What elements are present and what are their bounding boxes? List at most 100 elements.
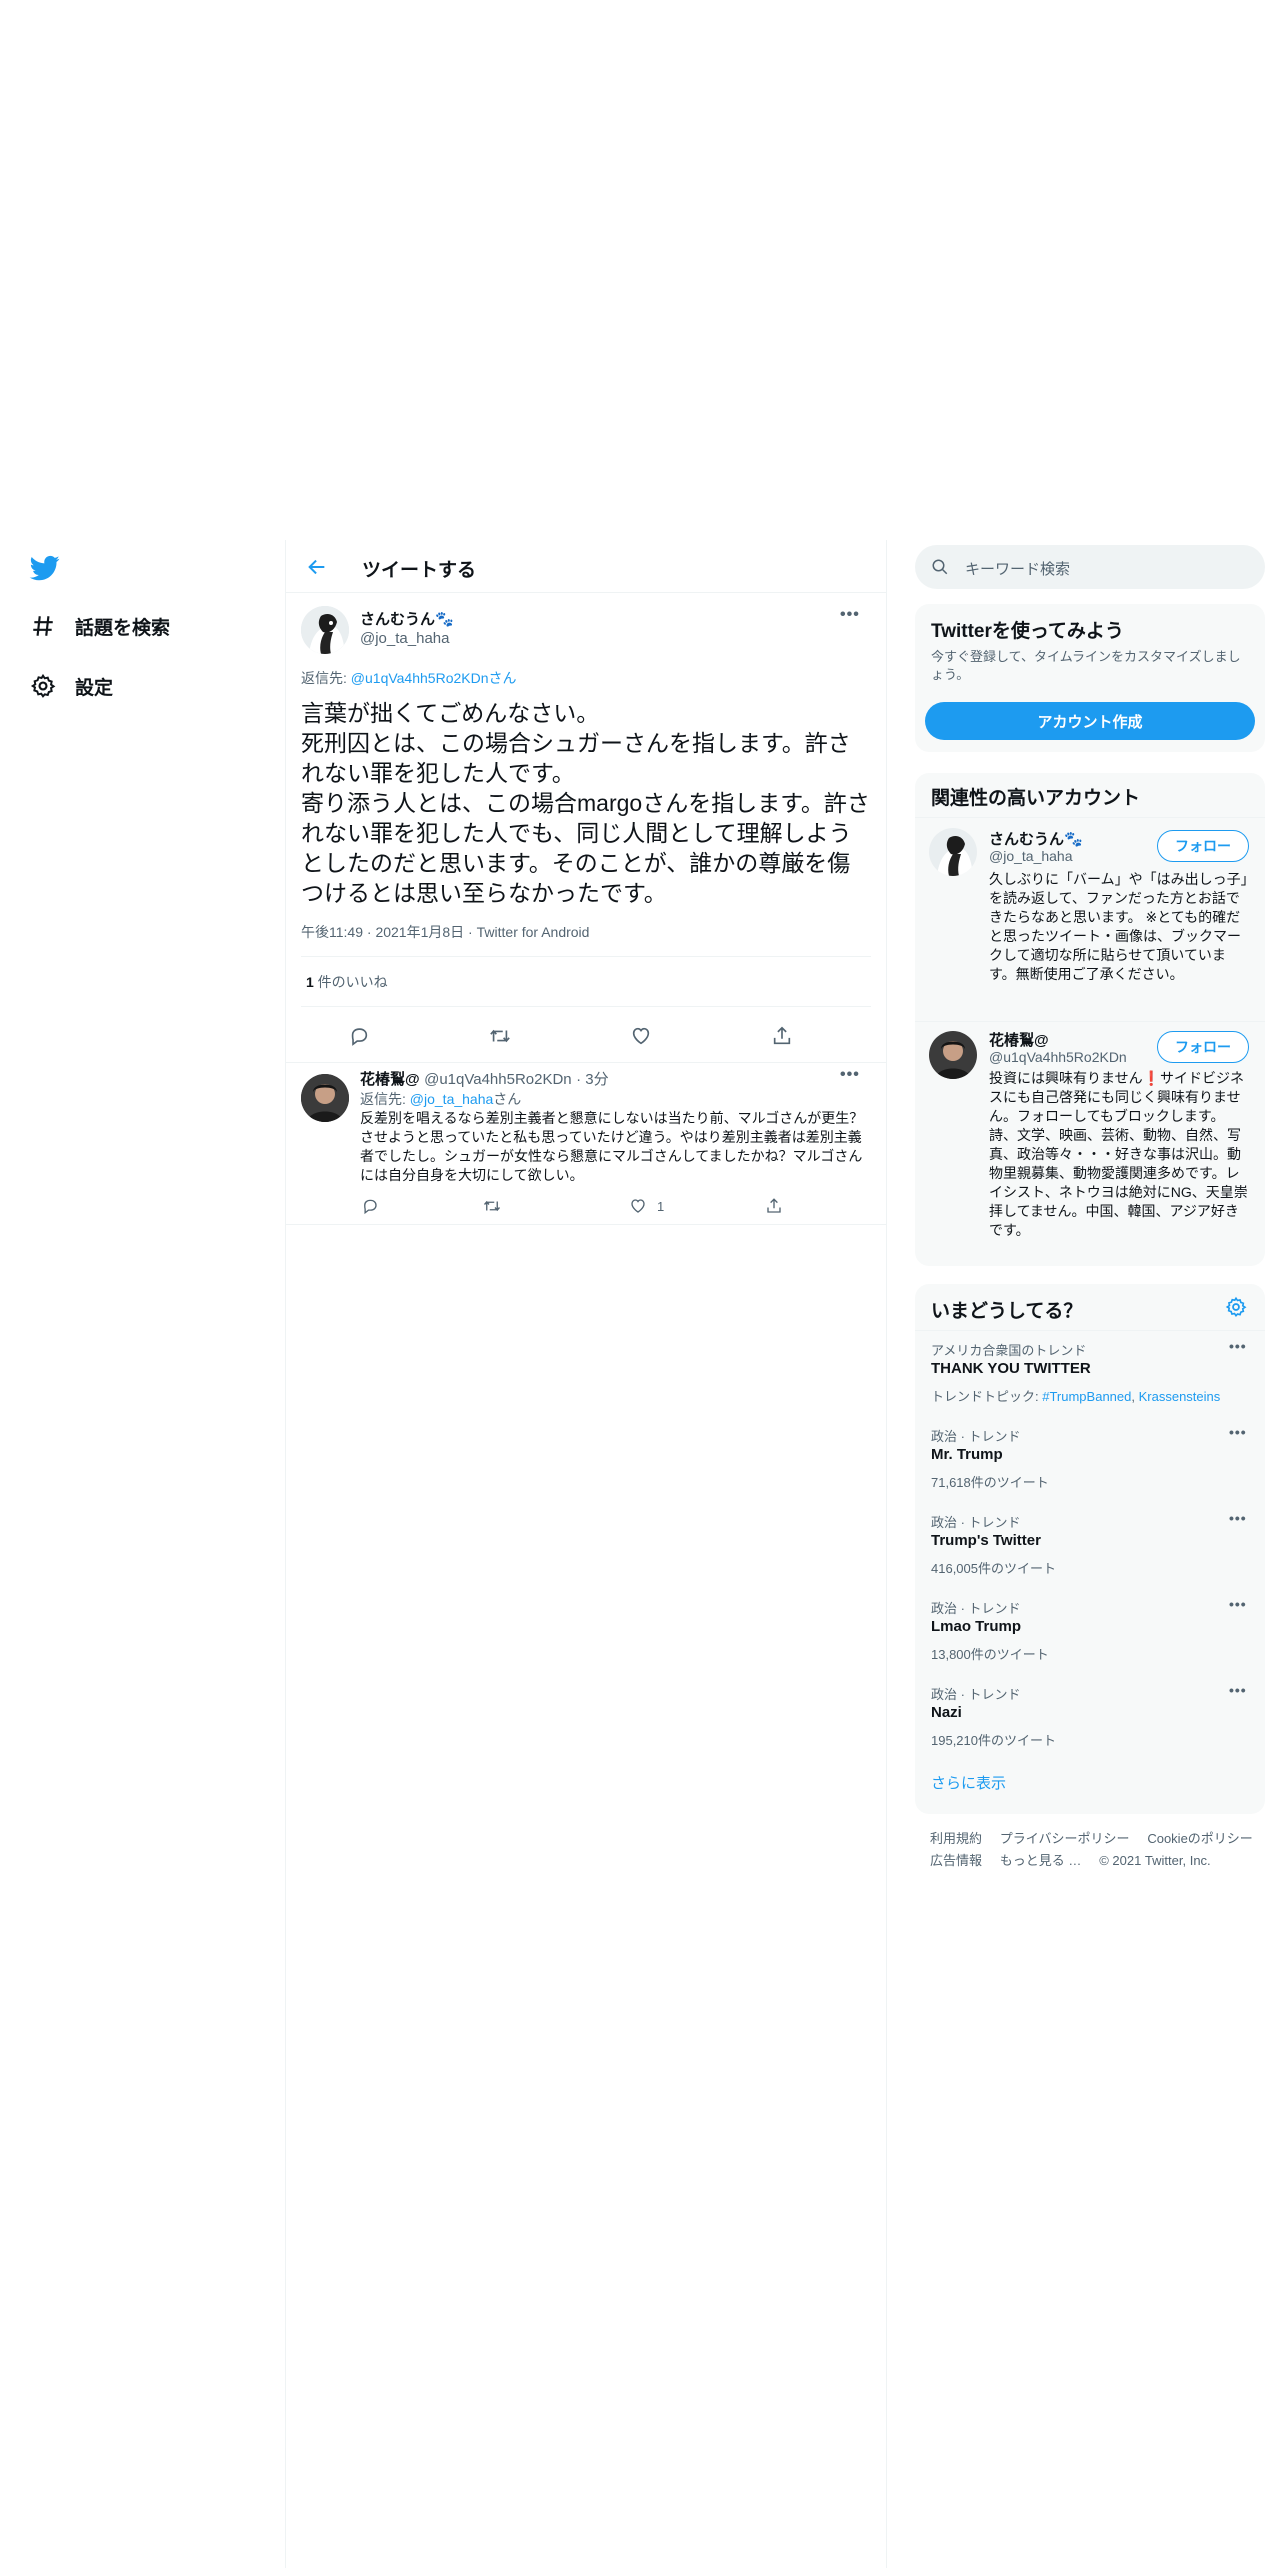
likes-count: 1 [306, 974, 314, 990]
trend-more-icon[interactable]: ••• [1229, 1682, 1247, 1698]
avatar[interactable] [929, 1031, 977, 1079]
tweet-date[interactable]: 2021年1月8日 [375, 924, 464, 940]
reply-author-name[interactable]: 花椿鴷@ [360, 1071, 420, 1088]
related-title: 関連性の高いアカウント [931, 788, 1141, 809]
back-arrow-icon[interactable] [302, 552, 332, 582]
signup-desc: 今すぐ登録して、タイムラインをカスタマイズしましょう。 [931, 649, 1241, 682]
footer-link-more[interactable]: もっと見る … [1000, 1853, 1082, 1868]
tweet-meta: 午後11:49 · 2021年1月8日 · Twitter for Androi… [301, 924, 590, 940]
search-input[interactable]: キーワード検索 [965, 558, 1070, 579]
sidebar-item-label: 話題を検索 [75, 617, 171, 639]
trend-name: Lmao Trump [931, 1618, 1022, 1635]
account-name[interactable]: さんむうん🐾 [989, 828, 1083, 849]
reply-to-link[interactable]: @jo_ta_haha [410, 1091, 494, 1107]
share-icon[interactable] [758, 1192, 790, 1220]
trends-settings-gear-icon[interactable] [1225, 1296, 1247, 1323]
create-account-button[interactable]: アカウント作成 [925, 702, 1255, 740]
trends-card: いまどうしてる？ アメリカ合衆国のトレンド THANK YOU TWITTER … [915, 1284, 1265, 1814]
reply-header: 花椿鴷@ @u1qVa4hh5Ro2KDn · 3分 [360, 1071, 609, 1088]
show-more-link[interactable]: さらに表示 [931, 1772, 1006, 1793]
reply-time[interactable]: 3分 [585, 1071, 608, 1088]
author-name[interactable]: さんむうん🐾 [360, 608, 454, 629]
trend-name: Trump's Twitter [931, 1532, 1041, 1549]
divider [915, 1021, 1265, 1022]
trend-context: アメリカ合衆国のトレンド [931, 1343, 1087, 1358]
search-bar[interactable]: キーワード検索 [915, 545, 1265, 589]
page-title: ツイートする [362, 560, 477, 581]
likes-stat[interactable]: 1 件のいいね [306, 972, 388, 992]
trend-topics: トレンドトピック: #TrumpBanned, Krassensteins [931, 1389, 1221, 1404]
trend-item[interactable]: 政治 · トレンド Lmao Trump 13,800件のツイート ••• [915, 1590, 1265, 1676]
avatar[interactable] [929, 828, 977, 876]
like-icon[interactable] [629, 1197, 647, 1215]
footer-link-terms[interactable]: 利用規約 [930, 1831, 982, 1846]
tweet-source[interactable]: Twitter for Android [477, 924, 590, 940]
signup-title: Twitterを使ってみよう [931, 621, 1124, 642]
share-icon[interactable] [764, 1018, 800, 1054]
trend-name: Mr. Trump [931, 1446, 1003, 1463]
reply-like-button[interactable]: 1 [629, 1192, 664, 1220]
footer-link-cookies[interactable]: Cookieのポリシー [1147, 1831, 1252, 1846]
divider [301, 1006, 871, 1007]
trend-topic-link[interactable]: #TrumpBanned [1042, 1389, 1131, 1404]
copyright: © 2021 Twitter, Inc. [1099, 1853, 1211, 1868]
likes-label: 件のいいね [313, 974, 388, 990]
reply-prefix: 返信先: [360, 1091, 410, 1107]
account-handle[interactable]: @u1qVa4hh5Ro2KDn [989, 1049, 1127, 1065]
retweet-icon[interactable] [476, 1192, 508, 1220]
reply-author-handle[interactable]: @u1qVa4hh5Ro2KDn [424, 1071, 572, 1088]
page-header: ツイートする [286, 540, 886, 593]
trend-item[interactable]: 政治 · トレンド Mr. Trump 71,618件のツイート ••• [915, 1418, 1265, 1504]
trend-topics-label: トレンドトピック: [931, 1389, 1043, 1404]
retweet-icon[interactable] [482, 1018, 518, 1054]
divider [286, 1224, 886, 1225]
footer: 利用規約 プライバシーポリシー Cookieのポリシー 広告情報 もっと見る …… [930, 1828, 1265, 1872]
twitter-logo-icon[interactable] [28, 553, 62, 583]
trend-name: THANK YOU TWITTER [931, 1360, 1091, 1377]
search-icon [931, 558, 949, 581]
gear-icon [28, 671, 58, 701]
account-handle[interactable]: @jo_ta_haha [989, 848, 1073, 864]
trend-count: 13,800件のツイート [931, 1647, 1049, 1662]
trend-more-icon[interactable]: ••• [1229, 1424, 1247, 1440]
main-column: ツイートする さんむうん🐾 @jo_ta_haha ••• 返信先: @u1qV… [285, 540, 887, 2568]
reply-icon[interactable] [341, 1018, 377, 1054]
signup-card: Twitterを使ってみよう 今すぐ登録して、タイムラインをカスタマイズしましょ… [915, 604, 1265, 752]
tweet-text: 言葉が拙くてごめんなさい。 死刑囚とは、この場合シュガーさんを指します。許されな… [301, 700, 870, 906]
trend-topic-link[interactable]: Krassensteins [1139, 1389, 1221, 1404]
follow-button[interactable]: フォロー [1157, 1031, 1249, 1063]
trend-item[interactable]: 政治 · トレンド Trump's Twitter 416,005件のツイート … [915, 1504, 1265, 1590]
trend-more-icon[interactable]: ••• [1229, 1510, 1247, 1526]
avatar[interactable] [301, 606, 349, 654]
more-options-icon[interactable]: ••• [840, 606, 860, 624]
reply-prefix: 返信先: [301, 670, 351, 686]
trend-more-icon[interactable]: ••• [1229, 1338, 1247, 1354]
trend-context: 政治 · トレンド [931, 1429, 1021, 1444]
like-icon[interactable] [623, 1018, 659, 1054]
reply-avatar[interactable] [301, 1074, 349, 1122]
trend-context: 政治 · トレンド [931, 1515, 1021, 1530]
reply-to-link[interactable]: @u1qVa4hh5Ro2KDn [351, 670, 489, 686]
reply-reply-to-line: 返信先: @jo_ta_hahaさん [360, 1089, 521, 1109]
sidebar-item-explore[interactable]: 話題を検索 [28, 606, 170, 646]
trend-item[interactable]: アメリカ合衆国のトレンド THANK YOU TWITTER トレンドトピック:… [915, 1332, 1265, 1416]
author-handle[interactable]: @jo_ta_haha [360, 630, 449, 647]
divider [915, 1330, 1265, 1331]
reply-more-options-icon[interactable]: ••• [840, 1066, 860, 1084]
trend-context: 政治 · トレンド [931, 1687, 1021, 1702]
follow-button[interactable]: フォロー [1157, 830, 1249, 862]
footer-link-ads[interactable]: 広告情報 [930, 1853, 982, 1868]
trend-count: 195,210件のツイート [931, 1733, 1056, 1748]
trend-count: 71,618件のツイート [931, 1475, 1049, 1490]
trend-more-icon[interactable]: ••• [1229, 1596, 1247, 1612]
related-account-item[interactable]: 花椿鴷@ @u1qVa4hh5Ro2KDn フォロー 投資には興味有りません❗サ… [915, 1023, 1265, 1263]
divider [301, 956, 871, 957]
sidebar-item-settings[interactable]: 設定 [28, 666, 113, 706]
trend-item[interactable]: 政治 · トレンド Nazi 195,210件のツイート ••• [915, 1676, 1265, 1762]
tweet-time[interactable]: 午後11:49 [301, 924, 363, 940]
trend-name: Nazi [931, 1704, 962, 1721]
account-name[interactable]: 花椿鴷@ [989, 1029, 1049, 1050]
related-account-item[interactable]: さんむうん🐾 @jo_ta_haha フォロー 久しぶりに「バーム」や「はみ出し… [915, 818, 1265, 1018]
footer-link-privacy[interactable]: プライバシーポリシー [1000, 1831, 1130, 1846]
reply-icon[interactable] [354, 1192, 386, 1220]
